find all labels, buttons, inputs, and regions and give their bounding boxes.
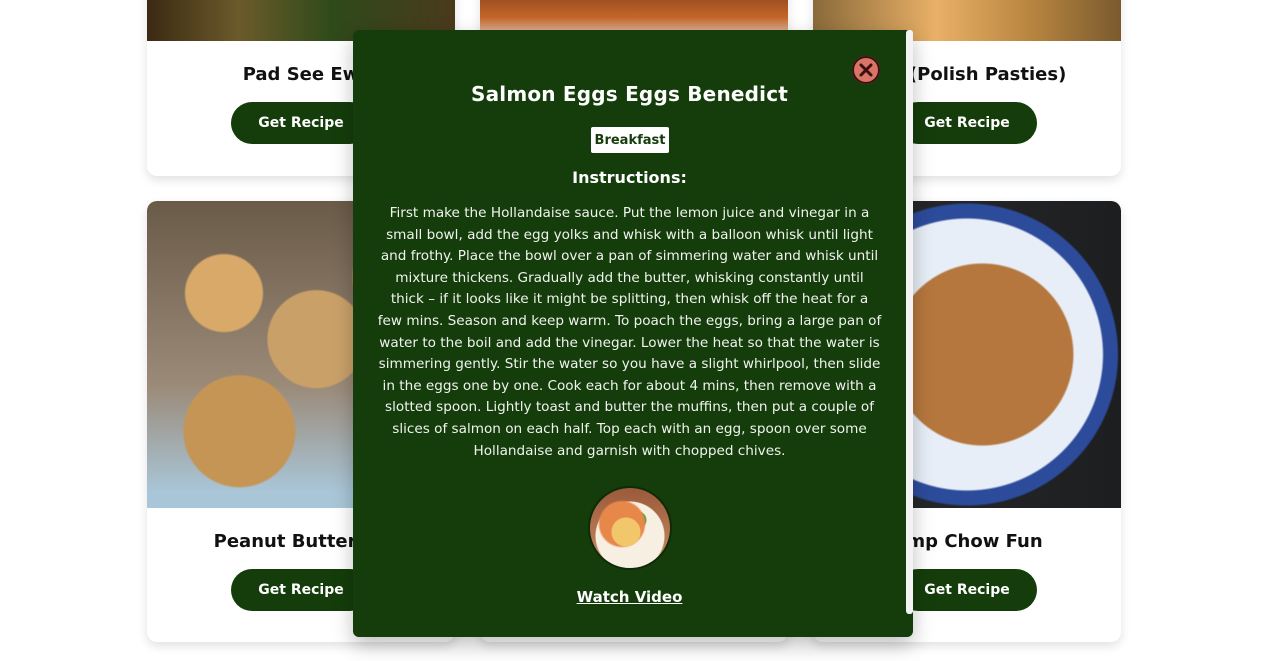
close-button[interactable] [852,56,880,84]
meal-thumbnail[interactable] [590,488,670,568]
get-recipe-button[interactable]: Get Recipe [897,102,1037,144]
recipe-modal: Salmon Eggs Eggs Benedict Breakfast Inst… [353,30,913,637]
get-recipe-button[interactable]: Get Recipe [231,569,371,611]
instructions-text: First make the Hollandaise sauce. Put th… [377,205,882,459]
watch-video-link[interactable]: Watch Video [353,588,906,606]
instructions-heading: Instructions: [572,168,687,187]
modal-scrollbar[interactable] [906,30,913,614]
get-recipe-button[interactable]: Get Recipe [231,102,371,144]
category-badge: Breakfast [591,127,669,153]
get-recipe-button[interactable]: Get Recipe [897,569,1037,611]
meal-title: Salmon Eggs Eggs Benedict [470,82,789,106]
close-icon [859,63,873,77]
recipe-page: Pad See Ew Get Recipe ciki (Polish Pasti… [0,0,1267,661]
